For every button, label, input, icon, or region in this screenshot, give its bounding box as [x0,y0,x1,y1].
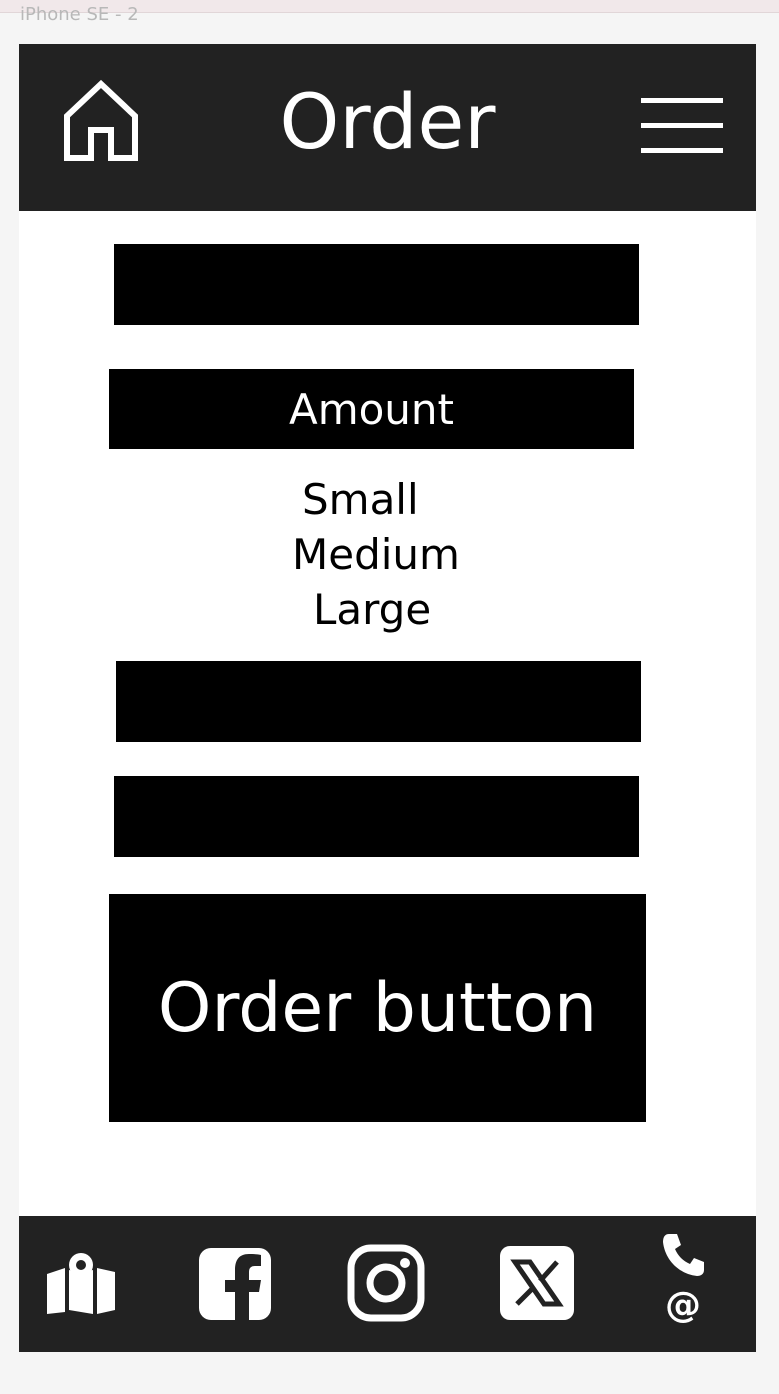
map-icon[interactable] [47,1252,115,1314]
size-options: Small Medium Large [209,472,549,637]
amount-select[interactable]: Amount [109,369,634,449]
input-field-3[interactable] [114,776,639,857]
input-field-2[interactable] [116,661,641,742]
input-field-1[interactable] [114,244,639,325]
instagram-icon[interactable] [347,1244,425,1322]
size-option-small[interactable]: Small [209,472,549,527]
facebook-icon[interactable] [199,1248,271,1320]
phone-frame: Order Amount Small Medium Large Order bu… [19,44,756,1352]
size-option-large[interactable]: Large [209,582,549,637]
frame-label: iPhone SE - 2 [20,4,139,25]
header-bar: Order [19,44,756,211]
hamburger-menu-icon[interactable] [639,96,725,156]
email-icon[interactable]: @ [665,1286,701,1326]
order-button-label: Order button [157,968,598,1048]
order-button[interactable]: Order button [109,894,646,1122]
phone-icon[interactable] [663,1232,705,1276]
size-option-medium[interactable]: Medium [209,527,549,582]
amount-label: Amount [288,384,455,434]
footer-bar: @ [19,1216,756,1352]
x-twitter-icon[interactable] [500,1246,574,1320]
